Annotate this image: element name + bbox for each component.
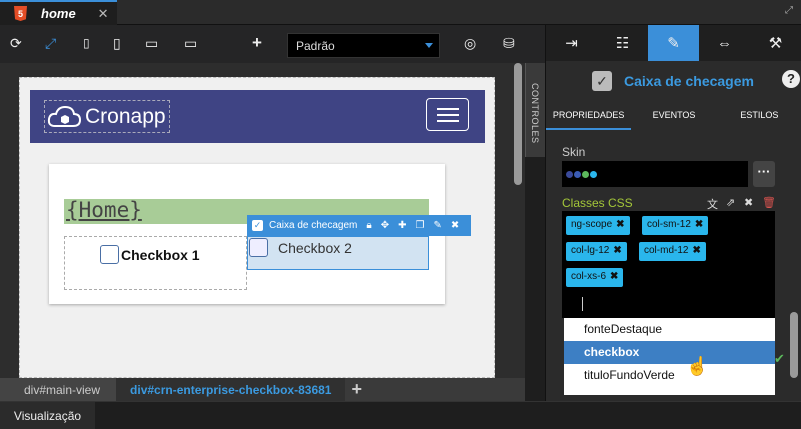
phone-icon[interactable]: ▯ — [83, 35, 90, 51]
skin-more-button[interactable]: ··· — [753, 161, 775, 187]
classes-input[interactable]: ng-scope ✖ col-sm-12 ✖ col-lg-12 ✖ col-md-1… — [562, 211, 775, 318]
skin-select[interactable]: Padrão — [287, 33, 440, 58]
checkbox-2-container[interactable]: Checkbox 2 — [247, 236, 429, 270]
logo[interactable]: Cronapp — [44, 100, 170, 133]
selection-toolbar: ✓ Caixa de checagem 🔒︎ ✥ ✚ ❐ ✎ ✖ — [247, 215, 471, 236]
magic-wand-icon[interactable]: ✎ — [433, 220, 441, 231]
external-link-icon[interactable]: ⇗ — [726, 196, 735, 209]
hamburger-button[interactable] — [426, 98, 469, 131]
checkbox-1[interactable] — [100, 245, 119, 264]
resize-icon[interactable]: ⇔ — [699, 25, 750, 61]
close-icon[interactable]: ✖ — [451, 220, 459, 231]
translate-icon[interactable]: 文 — [707, 196, 718, 212]
logo-text: Cronapp — [85, 104, 166, 128]
tree-icon[interactable]: ☷ — [597, 25, 648, 61]
panel-tabs: ⇥ ☷ ✎ ⇔ ⚒ — [546, 25, 801, 61]
checkbox-icon: ✓ — [252, 220, 263, 231]
controls-label: CONTROLES — [530, 83, 540, 144]
close-icon[interactable]: ✖ — [610, 271, 618, 282]
checkbox-1-container[interactable]: Checkbox 1 — [64, 236, 247, 290]
breadcrumb-item[interactable]: div#main-view — [0, 378, 117, 401]
login-icon[interactable]: ⇥ — [546, 25, 597, 61]
copy-icon[interactable]: ❐ — [416, 220, 425, 231]
refresh-icon[interactable]: ⟳ — [10, 35, 22, 51]
tools-icon[interactable]: ⚒ — [750, 25, 801, 61]
help-icon[interactable]: ? — [782, 70, 800, 88]
skin-dot — [566, 171, 573, 178]
eye-off-icon[interactable]: ◎ — [464, 35, 476, 51]
class-chip[interactable]: col-md-12 ✖ — [639, 242, 706, 261]
skin-label: Skin — [562, 145, 586, 159]
suggestion-item[interactable]: fonteDestaque — [564, 318, 775, 341]
properties-panel: ⇥ ☷ ✎ ⇔ ⚒ ✓ Caixa de checagem ? PROPRIED… — [545, 25, 801, 401]
menu-bar — [437, 120, 459, 122]
html5-icon: 5 — [14, 6, 27, 21]
menu-bar — [437, 108, 459, 110]
monitor-icon[interactable]: ▭ — [184, 35, 197, 51]
class-suggestions-dropdown: fonteDestaque checkbox tituloFundoVerde — [564, 318, 775, 395]
checkbox-icon: ✓ — [592, 71, 612, 91]
hand-cursor-icon: ☝ — [686, 356, 709, 376]
clear-icon[interactable]: ✖ — [744, 196, 753, 209]
component-title: Caixa de checagem — [624, 73, 754, 89]
tab-properties[interactable]: PROPRIEDADES — [546, 103, 632, 130]
page-title[interactable]: {Home} — [66, 198, 142, 222]
close-icon[interactable]: ✖ — [692, 245, 700, 256]
breadcrumb-item-active[interactable]: div#crn-enterprise-checkbox-83681 — [116, 378, 346, 401]
lock-icon[interactable]: 🔒︎ — [366, 220, 371, 231]
skin-input[interactable] — [562, 161, 748, 187]
move-icon[interactable]: ✥ — [381, 220, 389, 231]
scrollbar-thumb[interactable] — [514, 63, 522, 185]
class-chip[interactable]: col-lg-12 ✖ — [566, 242, 627, 261]
skin-dot — [582, 171, 589, 178]
chevron-down-icon — [425, 43, 433, 48]
status-bar: Visualização — [0, 401, 801, 429]
database-icon[interactable]: ⛁ — [503, 35, 515, 51]
checkbox-1-label: Checkbox 1 — [121, 247, 200, 263]
add-icon[interactable]: ✚ — [398, 220, 406, 231]
skin-select-value: Padrão — [296, 39, 335, 53]
suggestion-item[interactable]: tituloFundoVerde — [564, 364, 775, 387]
checkbox-2[interactable] — [249, 238, 268, 257]
add-icon[interactable]: + — [351, 379, 362, 400]
pencil-icon[interactable]: ✎ — [648, 25, 699, 61]
tab-events[interactable]: EVENTOS — [631, 103, 716, 130]
visualizacao-tab[interactable]: Visualização — [0, 402, 95, 429]
checkbox-2-label: Checkbox 2 — [278, 240, 352, 256]
tab-home[interactable]: 5 home ✕ — [0, 0, 117, 25]
editor-tab-bar: 5 home ✕ ⤢ — [0, 0, 801, 25]
selection-label: Caixa de checagem — [269, 220, 358, 231]
close-icon[interactable]: ✕ — [98, 6, 109, 22]
tab-styles[interactable]: ESTILOS — [717, 103, 801, 130]
tab-title: home — [41, 6, 76, 21]
menu-bar — [437, 114, 459, 116]
close-icon[interactable]: ✖ — [695, 219, 703, 230]
classes-css-label: Classes CSS — [562, 196, 633, 210]
class-chip[interactable]: col-sm-12 ✖ — [642, 216, 709, 235]
fit-screen-icon[interactable]: ⤢ — [45, 35, 56, 51]
class-chip[interactable]: ng-scope ✖ — [566, 216, 630, 235]
trash-icon[interactable]: 🗑︎ — [762, 196, 776, 209]
controls-side-tab[interactable]: CONTROLES — [525, 63, 545, 157]
class-chip[interactable]: col-xs-6 ✖ — [566, 268, 624, 287]
text-cursor — [582, 297, 583, 311]
tablet-icon[interactable]: ▯ — [113, 35, 121, 51]
navbar[interactable]: Cronapp — [30, 90, 485, 143]
breadcrumb: div#main-view div#crn-enterprise-checkbo… — [0, 378, 525, 401]
suggestion-item-selected[interactable]: checkbox — [564, 341, 775, 364]
skin-dot — [574, 171, 581, 178]
close-icon[interactable]: ✖ — [613, 245, 621, 256]
property-sub-tabs: PROPRIEDADES EVENTOS ESTILOS — [546, 103, 801, 130]
desktop-icon[interactable]: ▭ — [145, 35, 158, 51]
canvas-scrollbar[interactable] — [512, 63, 525, 378]
cloud-icon — [47, 105, 81, 127]
close-icon[interactable]: ✖ — [616, 219, 624, 230]
maximize-icon[interactable]: ⤢ — [785, 5, 793, 16]
skin-dot — [590, 171, 597, 178]
add-icon[interactable]: + — [252, 34, 262, 51]
canvas-toolbar: ⟳ ⤢ ▯ ▯ ▭ ▭ + ◎ ⛁ — [0, 25, 545, 63]
check-icon: ✔ — [774, 351, 785, 366]
panel-scrollbar-thumb[interactable] — [790, 312, 798, 378]
